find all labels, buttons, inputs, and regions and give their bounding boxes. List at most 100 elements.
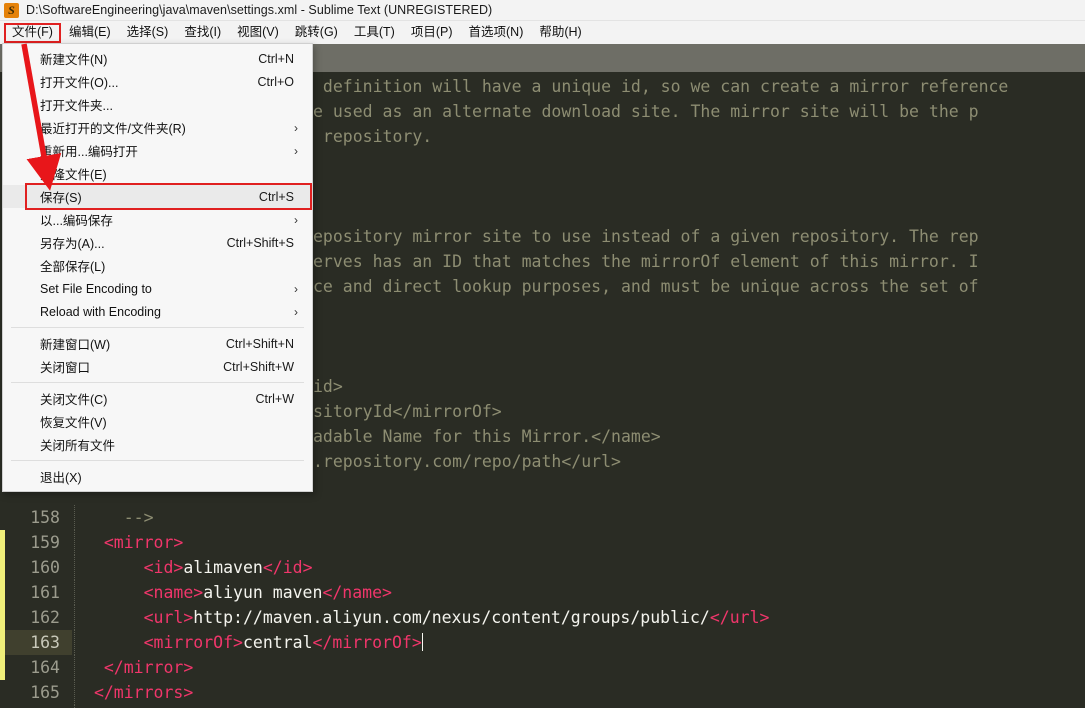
menu-separator [11, 327, 304, 328]
file-menu-item-label: 保存(S) [3, 187, 82, 206]
sublime-logo-icon: S [4, 3, 19, 18]
menubar-item-5[interactable]: 视图(V) [229, 23, 287, 43]
file-menu-item[interactable]: 退出(X) [3, 465, 312, 488]
modified-marker [0, 580, 5, 605]
file-menu-item[interactable]: 克隆文件(E) [3, 162, 312, 185]
file-menu-item[interactable]: 新建文件(N)Ctrl+N [3, 47, 312, 70]
numbered-code-block: 158 -->159 <mirror>160 <id>alimaven</id>… [0, 505, 1085, 708]
code-line-text: <url>http://maven.aliyun.com/nexus/conte… [72, 605, 769, 630]
file-menu-dropdown[interactable]: 新建文件(N)Ctrl+N打开文件(O)...Ctrl+O 打开文件夹... 最近打… [2, 43, 313, 492]
code-line-text: <name>aliyun maven</name> [72, 580, 392, 605]
file-menu-item[interactable]: Reload with Encoding› [3, 300, 312, 323]
code-line-row[interactable]: 165 </mirrors> [0, 680, 1085, 705]
code-token [84, 558, 144, 577]
file-menu-item[interactable]: 打开文件夹... [3, 93, 312, 116]
file-menu-item-save[interactable]: 保存(S) Ctrl+S [3, 185, 312, 208]
menubar-item-4[interactable]: 查找(I) [176, 23, 229, 43]
menubar-item-7[interactable]: 工具(T) [346, 23, 403, 43]
code-token: http://maven.aliyun.com/nexus/content/gr… [193, 608, 710, 627]
menubar-item-1[interactable]: 文件(F) [4, 23, 61, 43]
file-menu-item[interactable]: 重新用...编码打开 › [3, 139, 312, 162]
file-menu-item-label: 以...编码保存 [3, 210, 113, 229]
file-menu-item-label: 新建文件(N) [3, 49, 107, 68]
code-line-row[interactable]: 158 --> [0, 505, 1085, 530]
window-title: D:\SoftwareEngineering\java\maven\settin… [26, 3, 492, 17]
code-token: </url> [710, 608, 770, 627]
code-token [84, 508, 124, 527]
file-menu-item-shortcut: Ctrl+W [255, 392, 312, 406]
code-token: <url> [144, 608, 194, 627]
file-menu-item-label: 最近打开的文件/文件夹(R) [3, 118, 186, 137]
menubar-item-2[interactable]: 编辑(E) [61, 23, 119, 43]
file-menu-item[interactable]: 另存为(A)...Ctrl+Shift+S [3, 231, 312, 254]
file-menu-item[interactable]: 以...编码保存 › [3, 208, 312, 231]
file-menu-item-label: 克隆文件(E) [3, 164, 107, 183]
line-number: 165 [0, 680, 72, 705]
file-menu-item-shortcut: Ctrl+S [259, 190, 312, 204]
modified-marker [0, 630, 5, 655]
title-bar: S D:\SoftwareEngineering\java\maven\sett… [0, 0, 1085, 21]
code-line-row[interactable]: 159 <mirror> [0, 530, 1085, 555]
code-line-text: </mirror> [72, 655, 193, 680]
file-menu-item-label: 重新用...编码打开 [3, 141, 138, 160]
file-menu-item[interactable]: 全部保存(L) [3, 254, 312, 277]
gutter-divider [74, 655, 75, 680]
modified-marker [0, 505, 5, 530]
file-menu-item[interactable]: Set File Encoding to› [3, 277, 312, 300]
file-menu-item-shortcut: Ctrl+Shift+W [223, 360, 312, 374]
code-token: </id> [263, 558, 313, 577]
code-token: <id> [144, 558, 184, 577]
line-number: 163 [0, 630, 72, 655]
code-line-row[interactable]: 163 <mirrorOf>central</mirrorOf> [0, 630, 1085, 655]
menubar-item-10[interactable]: 帮助(H) [531, 23, 589, 43]
code-line-text: </mirrors> [72, 680, 193, 705]
chevron-right-icon: › [294, 145, 312, 157]
code-token: aliyun maven [203, 583, 322, 602]
code-token [84, 633, 144, 652]
code-token [84, 658, 104, 677]
gutter-divider [74, 680, 75, 705]
modified-marker [0, 555, 5, 580]
menubar-item-6[interactable]: 跳转(G) [287, 23, 346, 43]
file-menu-item-label: 打开文件夹... [3, 95, 113, 114]
file-menu-item-shortcut: Ctrl+Shift+N [226, 337, 312, 351]
file-menu-item[interactable]: 关闭所有文件 [3, 433, 312, 456]
chevron-right-icon: › [294, 214, 312, 226]
modified-marker [0, 680, 5, 705]
file-menu-item[interactable]: 恢复文件(V) [3, 410, 312, 433]
modified-marker [0, 605, 5, 630]
code-line-text: <id>alimaven</id> [72, 555, 313, 580]
code-token [84, 683, 94, 702]
file-menu-item-label: 关闭文件(C) [3, 389, 107, 408]
menubar-item-3[interactable]: 选择(S) [119, 23, 177, 43]
code-token [84, 583, 144, 602]
file-menu-item-label: 另存为(A)... [3, 233, 105, 252]
chevron-right-icon: › [294, 306, 312, 318]
file-menu-item-label: 关闭所有文件 [3, 435, 115, 454]
code-line-row[interactable]: 161 <name>aliyun maven</name> [0, 580, 1085, 605]
file-menu-item-label: 新建窗口(W) [3, 334, 110, 353]
gutter-divider [74, 555, 75, 580]
code-token: </mirror> [104, 658, 193, 677]
line-number: 161 [0, 580, 72, 605]
file-menu-item[interactable]: 最近打开的文件/文件夹(R) › [3, 116, 312, 139]
file-menu-item[interactable]: 打开文件(O)...Ctrl+O [3, 70, 312, 93]
chevron-right-icon: › [294, 122, 312, 134]
menubar-item-9[interactable]: 首选项(N) [461, 23, 532, 43]
file-menu-item[interactable]: 关闭窗口Ctrl+Shift+W [3, 355, 312, 378]
file-menu-item[interactable]: 关闭文件(C) Ctrl+W [3, 387, 312, 410]
sublime-text-window: S D:\SoftwareEngineering\java\maven\sett… [0, 0, 1085, 708]
chevron-right-icon: › [294, 283, 312, 295]
code-line-row[interactable]: 164 </mirror> [0, 655, 1085, 680]
code-line-text: <mirrorOf>central</mirrorOf> [72, 630, 423, 655]
code-token: <mirror> [104, 533, 183, 552]
gutter-divider [74, 605, 75, 630]
code-token: </name> [322, 583, 392, 602]
text-caret [422, 633, 423, 651]
line-number: 160 [0, 555, 72, 580]
code-line-row[interactable]: 160 <id>alimaven</id> [0, 555, 1085, 580]
menubar-item-8[interactable]: 项目(P) [403, 23, 461, 43]
code-line-row[interactable]: 162 <url>http://maven.aliyun.com/nexus/c… [0, 605, 1085, 630]
menu-separator [11, 382, 304, 383]
file-menu-item[interactable]: 新建窗口(W) Ctrl+Shift+N [3, 332, 312, 355]
